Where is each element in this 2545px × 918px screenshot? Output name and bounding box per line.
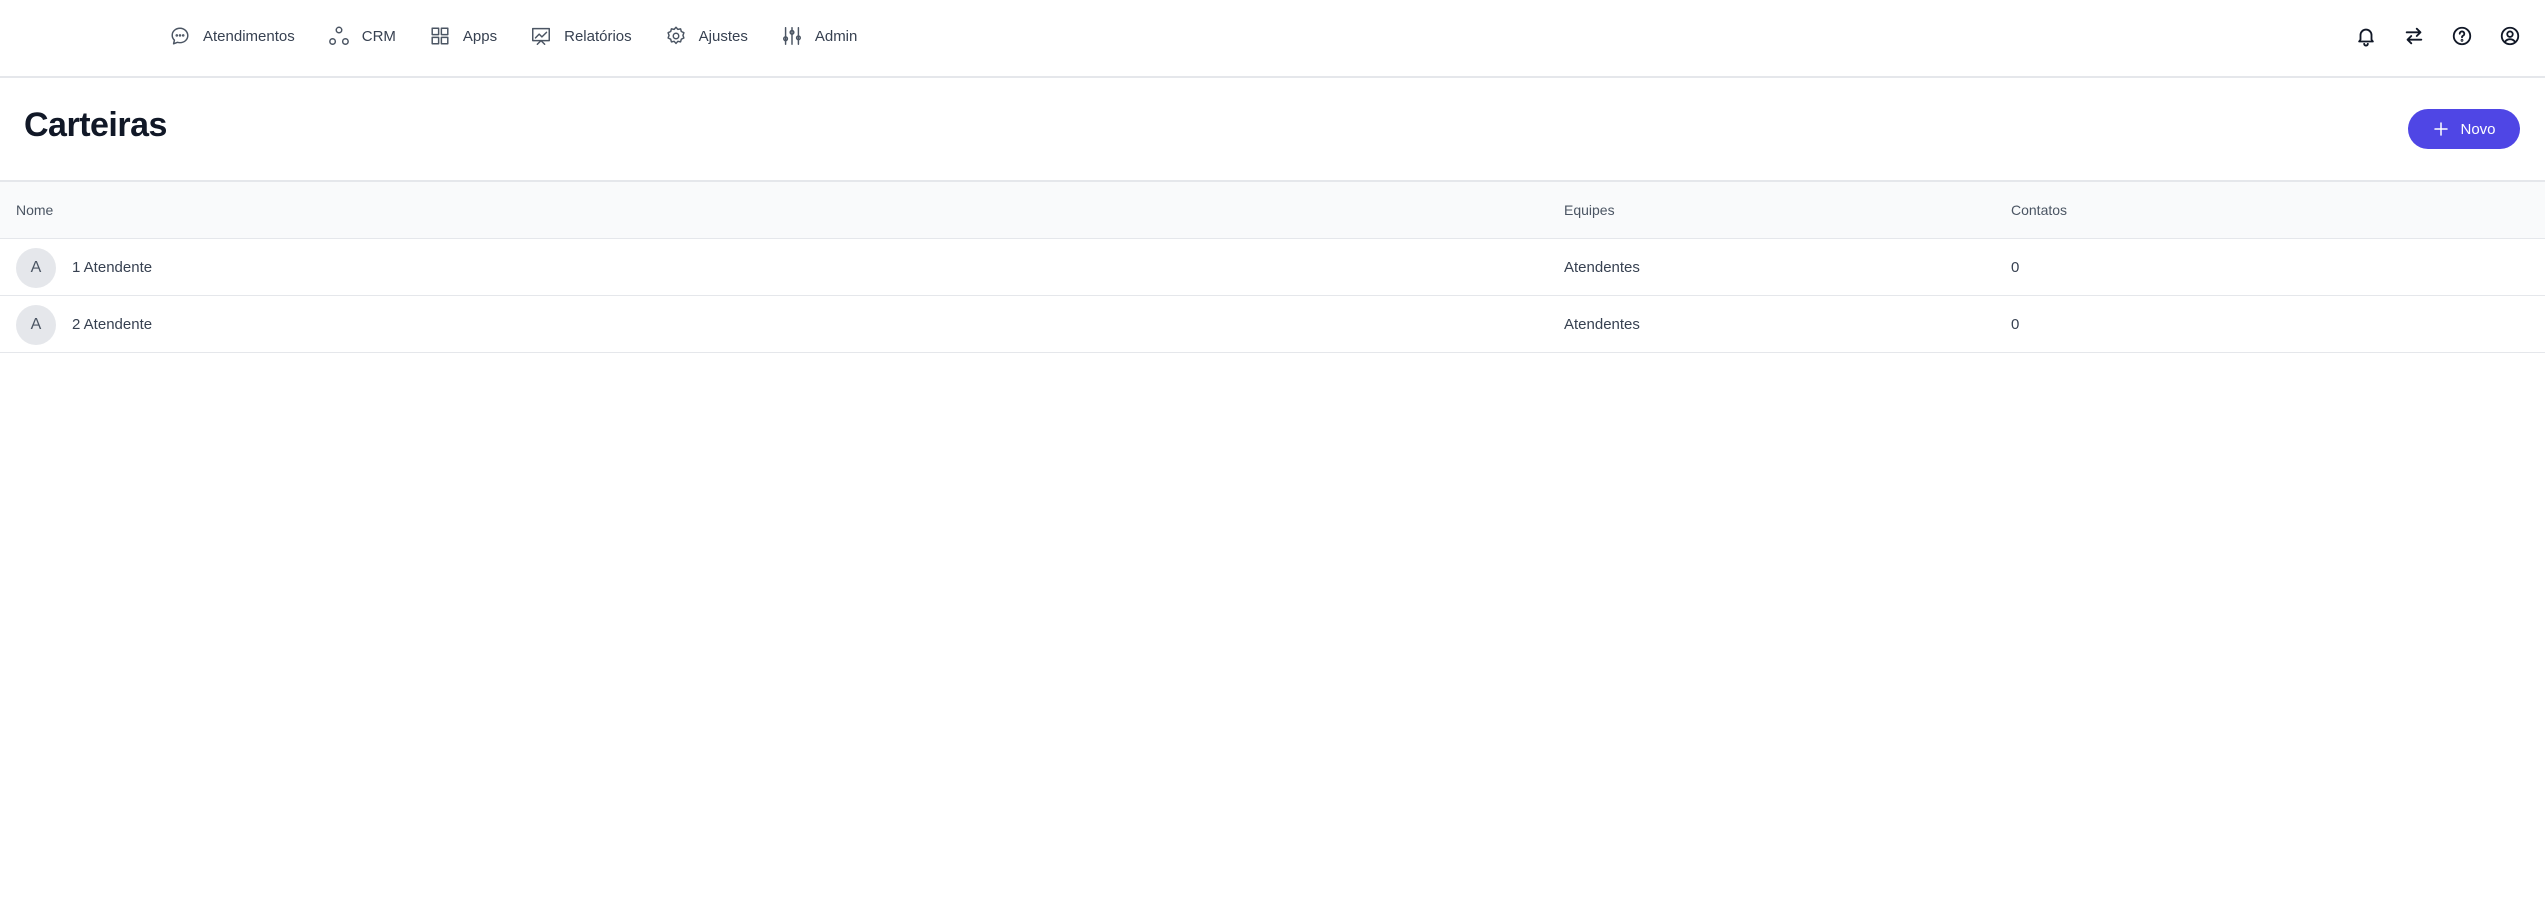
crm-nodes-icon <box>327 24 351 48</box>
table-row[interactable]: A 1 Atendente Atendentes 0 <box>0 239 2545 296</box>
main-nav: Atendimentos CRM Apps Relatórios Ajustes <box>168 0 889 72</box>
apps-grid-icon <box>428 24 452 48</box>
nav-item-crm[interactable]: CRM <box>327 16 396 56</box>
column-header-teams[interactable]: Equipes <box>1564 202 1615 218</box>
help-icon[interactable] <box>2449 23 2475 49</box>
new-button-label: Novo <box>2460 120 2496 138</box>
nav-item-relatorios[interactable]: Relatórios <box>529 16 632 56</box>
bell-icon[interactable] <box>2353 23 2379 49</box>
nav-item-atendimentos[interactable]: Atendimentos <box>168 16 295 56</box>
avatar: A <box>16 305 56 345</box>
nav-label: Apps <box>462 27 498 45</box>
row-contacts: 0 <box>2011 316 2020 333</box>
switch-arrows-icon[interactable] <box>2401 23 2427 49</box>
chat-bubble-icon <box>168 24 192 48</box>
nav-item-apps[interactable]: Apps <box>428 16 497 56</box>
nav-label: Atendimentos <box>203 27 295 45</box>
reports-chart-icon <box>529 24 553 48</box>
wallets-table: Nome Equipes Contatos A 1 Atendente Aten… <box>0 182 2545 353</box>
page-title: Carteiras <box>24 106 167 144</box>
row-teams: Atendentes <box>1564 316 1640 333</box>
new-button[interactable]: Novo <box>2408 109 2520 149</box>
nav-label: Ajustes <box>698 27 748 45</box>
row-name: 2 Atendente <box>72 316 153 333</box>
nav-item-admin[interactable]: Admin <box>780 16 858 56</box>
column-header-contacts[interactable]: Contatos <box>2011 202 2067 218</box>
row-name: 1 Atendente <box>72 259 153 276</box>
table-header: Nome Equipes Contatos <box>0 182 2545 239</box>
row-teams: Atendentes <box>1564 259 1640 276</box>
table-row[interactable]: A 2 Atendente Atendentes 0 <box>0 296 2545 353</box>
gear-icon <box>664 24 688 48</box>
nav-label: Admin <box>814 27 858 45</box>
user-account-icon[interactable] <box>2497 23 2523 49</box>
column-header-name[interactable]: Nome <box>16 202 53 218</box>
top-navigation-bar: Atendimentos CRM Apps Relatórios Ajustes <box>0 0 2545 78</box>
plus-icon <box>2432 120 2450 138</box>
header-actions <box>2353 0 2545 72</box>
sliders-icon <box>780 24 804 48</box>
row-contacts: 0 <box>2011 259 2020 276</box>
nav-label: Relatórios <box>564 27 632 45</box>
nav-label: CRM <box>361 27 396 45</box>
nav-item-ajustes[interactable]: Ajustes <box>664 16 748 56</box>
avatar: A <box>16 248 56 288</box>
page-header: Carteiras Novo <box>0 78 2545 182</box>
